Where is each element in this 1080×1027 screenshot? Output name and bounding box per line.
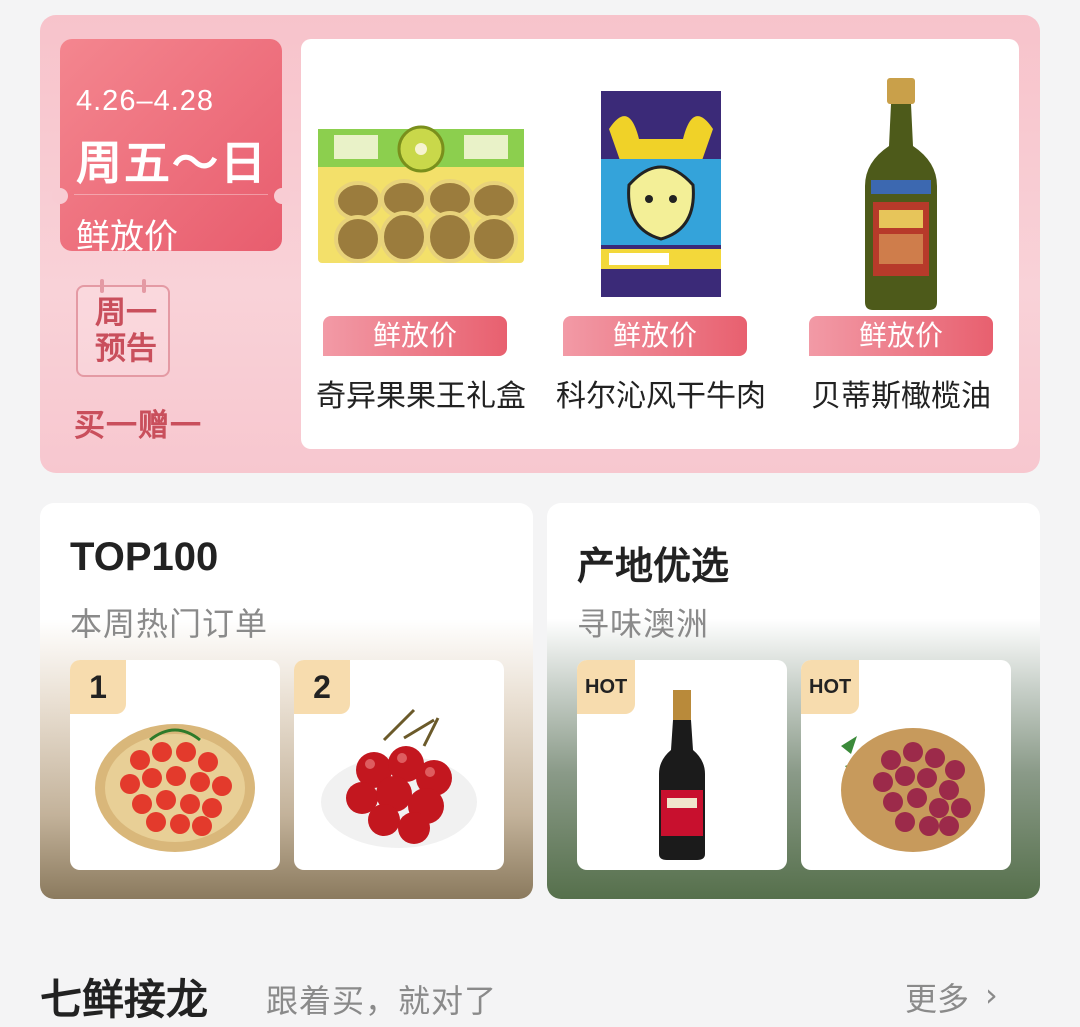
calendar-line1: 周一: [95, 295, 157, 331]
price-tag: 鲜放价: [323, 316, 507, 356]
sparkling-wine-bottle-icon: [597, 690, 767, 860]
calendar-preview-icon[interactable]: 周一 预告: [76, 279, 170, 377]
buy-one-get-one-link[interactable]: 买一赠一: [74, 400, 202, 445]
cherries-plate-icon: [314, 690, 484, 860]
top100-tile[interactable]: 1: [70, 660, 280, 870]
cherry-tomato-basket-icon: [90, 690, 260, 860]
calendar-ring: [142, 279, 146, 293]
more-link[interactable]: 更多: [905, 974, 969, 1020]
ticket-notch: [274, 188, 290, 204]
promo-product[interactable]: 鲜放价 科尔沁风干牛肉: [541, 39, 781, 449]
top100-tile[interactable]: 2: [294, 660, 504, 870]
red-grapes-basket-icon: [821, 690, 991, 860]
promo-products-panel: 鲜放价 奇异果果王礼盒 鲜放价 科尔沁风干牛肉 鲜放价 贝蒂斯橄榄油: [301, 39, 1019, 449]
origin-tile[interactable]: HOT: [801, 660, 1011, 870]
ticket-notch: [52, 188, 68, 204]
promo-banner[interactable]: 4.26–4.28 周五～日 鲜放价 周一 预告 买一赠一 鲜放价 奇异果果王礼…: [40, 15, 1040, 473]
date-ticket[interactable]: 4.26–4.28 周五～日 鲜放价: [52, 39, 290, 257]
day-range: 周五～日: [76, 136, 268, 190]
card-subtitle: 寻味澳洲: [577, 605, 710, 643]
calendar-ring: [100, 279, 104, 293]
kiwi-box-icon: [311, 79, 531, 309]
origin-select-card[interactable]: 产地优选 寻味澳洲 HOT HOT: [547, 503, 1040, 899]
calendar-line2: 预告: [95, 331, 157, 367]
beef-jerky-pack-icon: [551, 79, 771, 309]
price-tag: 鲜放价: [809, 316, 993, 356]
promo-product[interactable]: 鲜放价 贝蒂斯橄榄油: [781, 39, 1021, 449]
origin-tile[interactable]: HOT: [577, 660, 787, 870]
product-name: 科尔沁风干牛肉: [556, 379, 766, 414]
calendar-text: 周一 预告: [86, 295, 166, 367]
card-title: 产地优选: [577, 544, 730, 588]
rank-badge: 1: [70, 660, 126, 714]
hot-badge: HOT: [577, 660, 636, 714]
section-title: 七鲜接龙: [40, 975, 209, 1024]
date-range: 4.26–4.28: [76, 85, 215, 117]
promo-product[interactable]: 鲜放价 奇异果果王礼盒: [301, 39, 541, 449]
price-tag: 鲜放价: [563, 316, 747, 356]
olive-oil-bottle-icon: [791, 78, 1011, 310]
product-name: 奇异果果王礼盒: [316, 379, 526, 414]
top100-card[interactable]: TOP100 本周热门订单 1 2: [40, 503, 533, 899]
chevron-right-icon[interactable]: ›: [985, 976, 998, 1014]
ticket-label: 鲜放价: [76, 217, 178, 257]
product-name: 贝蒂斯橄榄油: [811, 379, 991, 414]
ticket-divider: [74, 194, 268, 195]
section-subtitle: 跟着买，就对了: [266, 982, 498, 1020]
hot-badge: HOT: [801, 660, 860, 714]
rank-badge: 2: [294, 660, 350, 714]
card-title: TOP100: [70, 535, 219, 579]
card-subtitle: 本周热门订单: [70, 605, 269, 643]
